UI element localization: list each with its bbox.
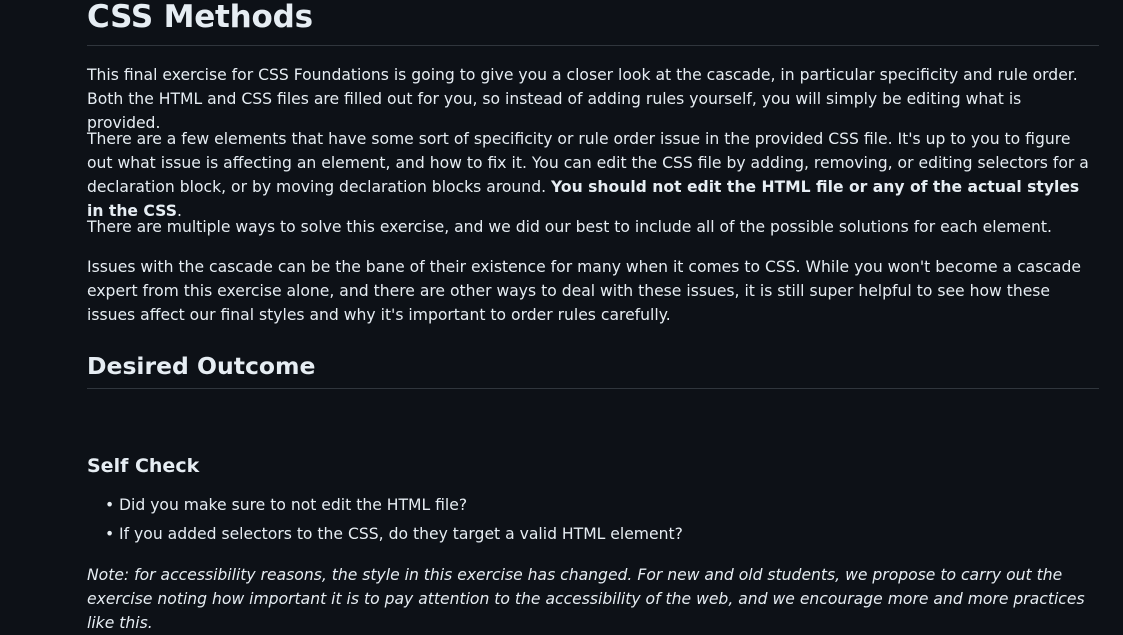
intro-paragraph-1: This final exercise for CSS Foundations … [87, 66, 1078, 132]
list-item-text: If you added selectors to the CSS, do th… [119, 525, 683, 543]
list-item: • Did you make sure to not edit the HTML… [105, 493, 1099, 517]
self-check-heading: Self Check [87, 455, 200, 477]
intro-paragraph-4: Issues with the cascade can be the bane … [87, 258, 1081, 324]
list-item: • If you added selectors to the CSS, do … [105, 522, 1099, 546]
bullet-icon: • [105, 525, 115, 543]
intro-paragraph-3: There are multiple ways to solve this ex… [87, 218, 1052, 236]
desired-outcome-heading: Desired Outcome [87, 349, 1099, 389]
page-title: CSS Methods [87, 0, 1099, 46]
bullet-icon: • [105, 496, 115, 514]
self-check-list: • Did you make sure to not edit the HTML… [87, 493, 1099, 551]
lesson-content: CSS Methods This final exercise for CSS … [87, 0, 1099, 632]
intro-paragraph-2: There are a few elements that have some … [87, 127, 1099, 223]
list-item-text: Did you make sure to not edit the HTML f… [119, 496, 468, 514]
accessibility-note: Note: for accessibility reasons, the sty… [87, 566, 1085, 632]
